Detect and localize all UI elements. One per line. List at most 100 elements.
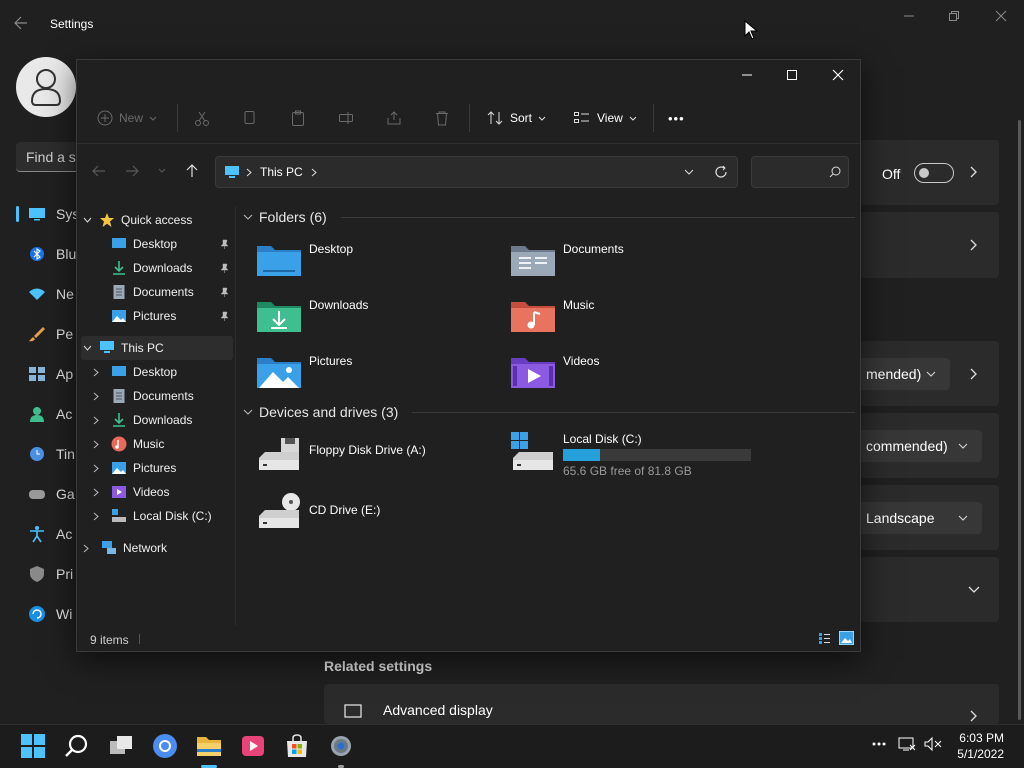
file-explorer-taskbar-icon[interactable]: [196, 733, 224, 761]
settings-nav-system[interactable]: Sys: [16, 199, 79, 229]
show-hidden-icons-button[interactable]: [872, 742, 886, 746]
folder-tile-pictures[interactable]: Pictures: [257, 354, 352, 388]
system-clock[interactable]: 6:03 PM 5/1/2022: [957, 730, 1004, 762]
resolution-dropdown[interactable]: commended): [854, 430, 982, 462]
details-view-icon[interactable]: [818, 632, 831, 645]
nav-pc-downloads[interactable]: Downloads: [93, 408, 233, 432]
settings-nav-accessibility[interactable]: Ac: [16, 519, 76, 549]
close-button[interactable]: [832, 69, 844, 81]
recent-locations-button[interactable]: [158, 168, 166, 173]
settings-nav-privacy[interactable]: Pri: [16, 559, 76, 589]
nav-qa-documents[interactable]: Documents: [111, 280, 233, 304]
network-tray-icon[interactable]: [898, 736, 916, 752]
pin-icon: [220, 263, 229, 273]
settings-nav-windows-update[interactable]: Wi: [16, 599, 76, 629]
group-header-label: Devices and drives (3): [259, 404, 399, 420]
toggle-switch[interactable]: [914, 163, 954, 183]
nav-quick-access[interactable]: Quick access: [83, 208, 231, 232]
settings-nav-bluetooth[interactable]: Blu: [16, 239, 76, 269]
drives-group-header[interactable]: Devices and drives (3): [243, 404, 855, 420]
nav-this-pc[interactable]: This PC: [81, 336, 233, 360]
search-input[interactable]: [751, 156, 849, 188]
new-button[interactable]: New: [97, 110, 157, 126]
search-taskbar-icon[interactable]: [64, 733, 92, 761]
chevron-down-icon: [968, 586, 980, 594]
drive-tile-floppy[interactable]: Floppy Disk Drive (A:): [257, 436, 426, 470]
group-divider: [412, 411, 855, 413]
tiles-view-icon[interactable]: [839, 631, 854, 645]
nav-label: Desktop: [133, 237, 178, 251]
settings-nav-personalization[interactable]: Pe: [16, 319, 76, 349]
settings-nav-network[interactable]: Ne: [16, 279, 76, 309]
settings-card-3[interactable]: mended): [854, 341, 999, 406]
drive-tile-local-disk[interactable]: Local Disk (C:) 65.6 GB free of 81.8 GB: [511, 430, 751, 478]
back-button[interactable]: [92, 165, 106, 177]
settings-card-5[interactable]: Landscape: [854, 485, 999, 550]
settings-restore-button[interactable]: [948, 10, 960, 22]
settings-nav-apps[interactable]: Ap: [16, 359, 76, 389]
nav-pc-videos[interactable]: Videos: [93, 480, 233, 504]
folder-tile-music[interactable]: Music: [511, 298, 594, 332]
settings-nav-time[interactable]: Tin: [16, 439, 76, 469]
start-button[interactable]: [20, 733, 48, 761]
share-button[interactable]: [386, 110, 402, 126]
paste-button[interactable]: [290, 110, 306, 126]
address-dropdown-icon[interactable]: [684, 169, 694, 175]
sort-button[interactable]: Sort: [486, 110, 546, 126]
pane-splitter[interactable]: [235, 206, 236, 626]
rename-button[interactable]: [338, 110, 354, 126]
settings-minimize-button[interactable]: [903, 10, 915, 22]
delete-button[interactable]: [434, 110, 450, 126]
task-view-icon[interactable]: [108, 733, 136, 761]
settings-scrollbar[interactable]: [1018, 120, 1021, 720]
nav-pc-documents[interactable]: Documents: [93, 384, 233, 408]
nav-qa-downloads[interactable]: Downloads: [111, 256, 233, 280]
more-options-button[interactable]: •••: [668, 111, 685, 126]
folder-tile-downloads[interactable]: Downloads: [257, 298, 368, 332]
settings-taskbar-icon[interactable]: [328, 733, 356, 761]
store-icon[interactable]: [284, 733, 312, 761]
back-arrow-icon[interactable]: [14, 16, 28, 30]
folder-tile-documents[interactable]: Documents: [511, 242, 624, 276]
chevron-right-icon: [970, 710, 978, 722]
settings-card-toggle[interactable]: Off: [860, 140, 999, 205]
cd-drive-icon: [257, 492, 301, 528]
orientation-dropdown[interactable]: Landscape: [854, 502, 982, 534]
view-button[interactable]: View: [573, 111, 637, 125]
nav-pc-music[interactable]: Music: [93, 432, 233, 456]
settings-card-2[interactable]: [860, 212, 999, 278]
maximize-button[interactable]: [786, 69, 798, 81]
settings-card-4[interactable]: commended): [854, 413, 999, 478]
settings-card-6[interactable]: [860, 557, 999, 622]
documents-folder-icon: [511, 242, 555, 276]
folder-tile-desktop[interactable]: Desktop: [257, 242, 353, 276]
scale-dropdown[interactable]: mended): [854, 358, 950, 390]
nav-network[interactable]: Network: [83, 536, 233, 560]
settings-nav-gaming[interactable]: Ga: [16, 479, 76, 509]
folders-group-header[interactable]: Folders (6): [243, 209, 855, 225]
breadcrumb-this-pc[interactable]: This PC: [260, 165, 303, 179]
up-button[interactable]: [186, 164, 198, 178]
nav-pc-local-disk[interactable]: Local Disk (C:): [93, 504, 233, 528]
forward-button[interactable]: [125, 165, 139, 177]
nav-label: This PC: [121, 341, 164, 355]
media-player-icon[interactable]: [240, 733, 268, 761]
nav-qa-desktop[interactable]: Desktop: [111, 232, 233, 256]
nav-pc-pictures[interactable]: Pictures: [93, 456, 233, 480]
address-bar[interactable]: This PC: [215, 156, 738, 188]
volume-muted-icon[interactable]: [924, 736, 942, 752]
settings-nav-accounts[interactable]: Ac: [16, 399, 76, 429]
chrome-icon[interactable]: [152, 733, 180, 761]
drive-tile-cd[interactable]: CD Drive (E:): [257, 492, 380, 528]
settings-close-button[interactable]: [995, 10, 1007, 22]
advanced-display-card[interactable]: Advanced display: [324, 684, 999, 724]
folder-tile-videos[interactable]: Videos: [511, 354, 599, 388]
nav-pc-desktop[interactable]: Desktop: [93, 360, 233, 384]
refresh-icon[interactable]: [714, 165, 728, 179]
cut-button[interactable]: [194, 110, 210, 126]
settings-nav-label: Tin: [56, 446, 75, 462]
copy-button[interactable]: [242, 110, 258, 126]
minimize-button[interactable]: [741, 69, 753, 81]
tile-label: Music: [563, 298, 595, 312]
nav-qa-pictures[interactable]: Pictures: [111, 304, 233, 328]
